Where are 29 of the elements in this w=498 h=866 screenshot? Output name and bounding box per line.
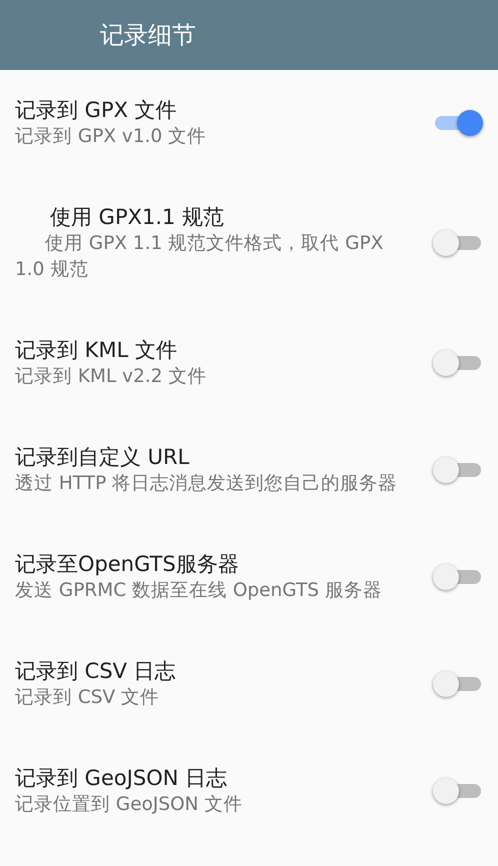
setting-title: 记录到 GeoJSON 日志 (15, 765, 228, 792)
setting-summary: 记录到 CSV 文件 (15, 686, 160, 710)
toggle-switch[interactable] (433, 455, 483, 485)
setting-row[interactable]: 使用 GPX1.1 规范 使用 GPX 1.1 规范文件格式，取代 GPX 1.0 规范 (0, 177, 498, 310)
setting-row[interactable]: 记录至OpenGTS服务器 发送 GPRMC 数据至在线 OpenGTS 服务器 (0, 524, 498, 631)
setting-row[interactable]: 记录到 GeoJSON 日志 记录位置到 GeoJSON 文件 (0, 738, 498, 845)
setting-row[interactable]: 记录到 KML 文件 记录到 KML v2.2 文件 (0, 310, 498, 417)
setting-row[interactable]: 记录到 CSV 日志 记录到 CSV 文件 (0, 631, 498, 738)
setting-row[interactable]: 记录到自定义 URL 透过 HTTP 将日志消息发送到您自己的服务器 (0, 417, 498, 524)
setting-title: 记录到 KML 文件 (15, 337, 178, 364)
setting-summary: 记录到 GPX v1.0 文件 (15, 125, 208, 149)
setting-title: 使用 GPX1.1 规范 (49, 204, 226, 231)
setting-title: 记录到自定义 URL (15, 444, 190, 471)
toggle-switch[interactable] (433, 348, 483, 378)
setting-summary: 记录到 KML v2.2 文件 (15, 365, 208, 389)
toggle-switch[interactable] (433, 669, 483, 699)
setting-title: 记录至OpenGTS服务器 (15, 551, 240, 578)
toggle-switch[interactable] (433, 776, 483, 806)
setting-summary: 使用 GPX 1.1 规范文件格式，取代 GPX 1.0 规范 (15, 232, 384, 282)
setting-summary: 记录位置到 GeoJSON 文件 (15, 793, 244, 817)
toggle-switch[interactable] (433, 228, 483, 258)
toggle-switch[interactable] (433, 562, 483, 592)
toggle-switch[interactable] (433, 108, 483, 138)
setting-summary: 透过 HTTP 将日志消息发送到您自己的服务器 (15, 472, 398, 496)
screen-title: 记录细节 (100, 20, 196, 51)
setting-summary: 发送 GPRMC 数据至在线 OpenGTS 服务器 (15, 579, 383, 603)
setting-title: 记录到 GPX 文件 (15, 97, 178, 124)
setting-row[interactable]: 记录到 GPX 文件 记录到 GPX v1.0 文件 (0, 70, 498, 177)
setting-title: 记录到 CSV 日志 (15, 658, 177, 685)
